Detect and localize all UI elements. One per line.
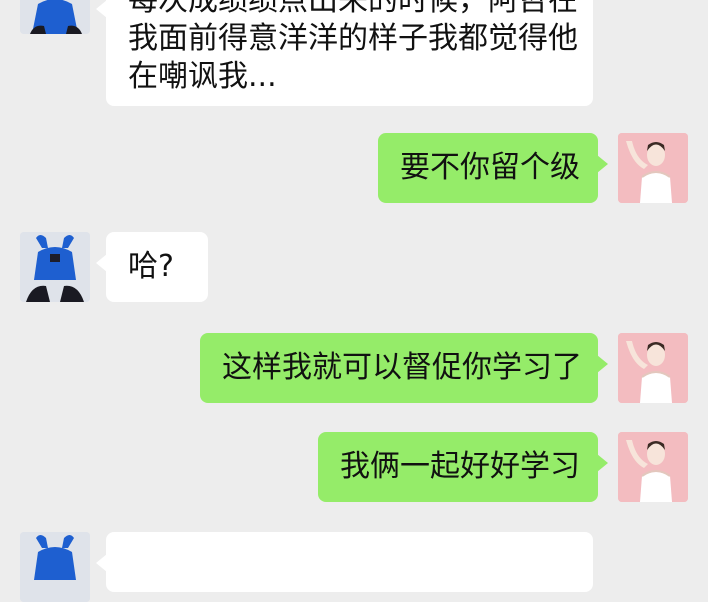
incoming-message-bubble[interactable]: 哈?	[96, 232, 208, 302]
message-text-line: 我面前得意洋洋的样子我都觉得他	[128, 21, 578, 56]
message-text: 哈?	[128, 249, 174, 284]
incoming-message-bubble[interactable]	[96, 532, 593, 592]
outgoing-message-bubble[interactable]: 要不你留个级	[378, 133, 608, 203]
incoming-message-bubble[interactable]: 每次成绩绩点出来的时候，阿哲在 我面前得意洋洋的样子我都觉得他 在嘲讽我...	[96, 0, 593, 106]
chat-message-list: 每次成绩绩点出来的时候，阿哲在 我面前得意洋洋的样子我都觉得他 在嘲讽我... …	[0, 0, 708, 602]
contact-avatar[interactable]	[20, 232, 90, 302]
message-text: 我俩一起好好学习	[340, 449, 580, 484]
outgoing-message-bubble[interactable]: 我俩一起好好学习	[318, 432, 608, 502]
message-text-line: 在嘲讽我...	[128, 59, 277, 94]
message-text: 要不你留个级	[400, 150, 580, 185]
user-avatar[interactable]	[618, 133, 688, 203]
message-text: 这样我就可以督促你学习了	[222, 350, 582, 385]
user-avatar[interactable]	[618, 333, 688, 403]
contact-avatar[interactable]	[20, 0, 90, 34]
user-avatar[interactable]	[618, 432, 688, 502]
outgoing-message-bubble[interactable]: 这样我就可以督促你学习了	[200, 333, 608, 403]
contact-avatar[interactable]	[20, 532, 90, 602]
message-text-line: 每次成绩绩点出来的时候，阿哲在	[128, 0, 578, 18]
